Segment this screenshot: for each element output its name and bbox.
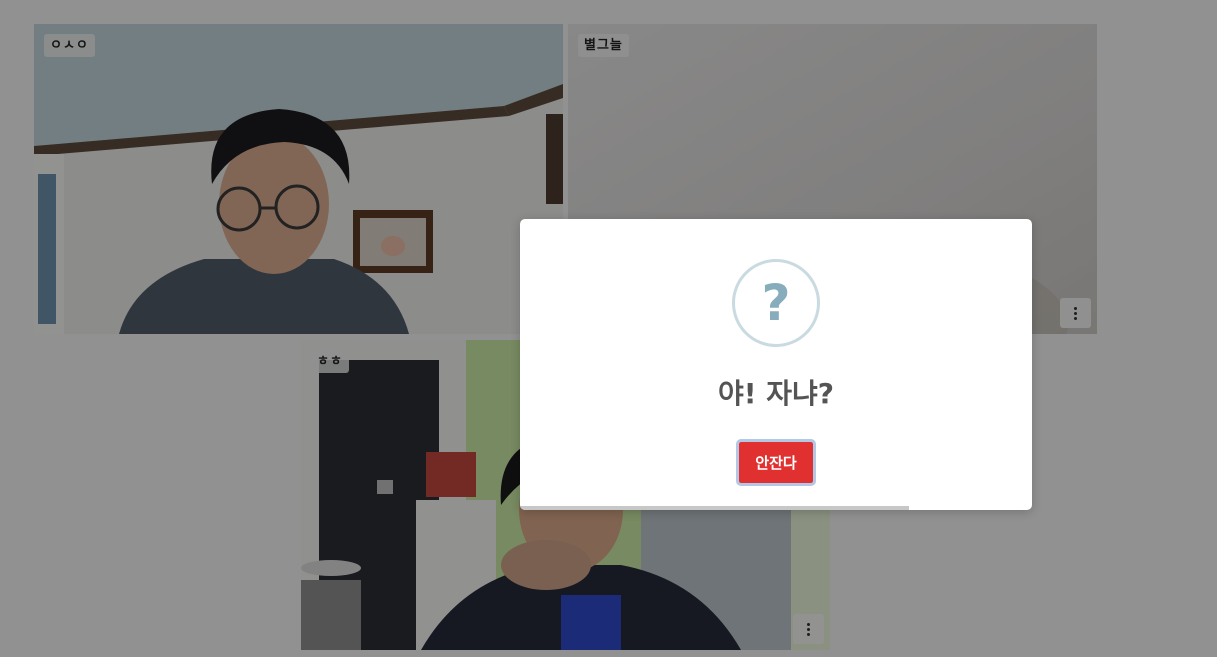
confirm-button[interactable]: 안잔다 bbox=[736, 439, 816, 486]
timer-progress-track bbox=[520, 506, 1032, 510]
timer-progress-bar bbox=[520, 506, 910, 510]
dialog-title: 야! 자냐? bbox=[717, 377, 835, 410]
question-icon: ? bbox=[732, 259, 820, 347]
video-conference-stage: ㅇㅅㅇ 별그늘 ㅎㅎ ? 야! 자냐? 안잔다 bbox=[0, 0, 1217, 657]
confirm-dialog: ? 야! 자냐? 안잔다 bbox=[520, 219, 1032, 510]
